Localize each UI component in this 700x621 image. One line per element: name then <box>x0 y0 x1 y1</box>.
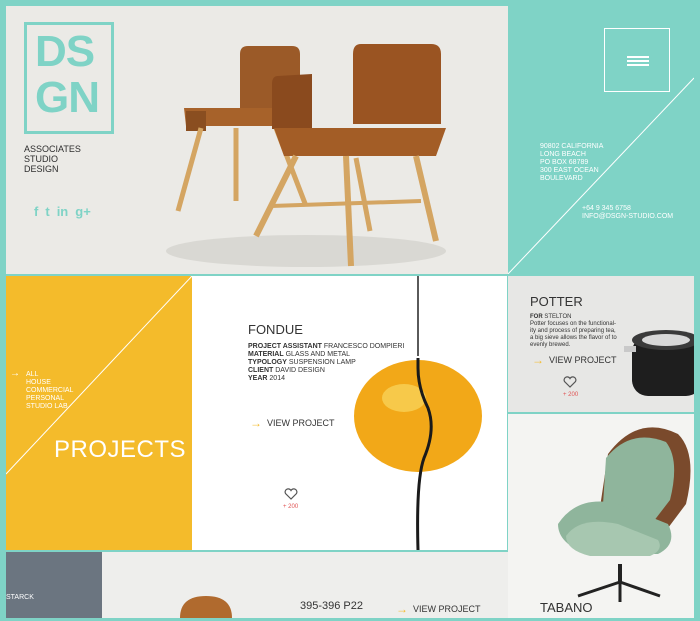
tagline: ASSOCIATES STUDIO DESIGN <box>24 144 81 174</box>
facebook-icon[interactable]: f <box>34 204 38 219</box>
potter-for-label: FOR <box>530 314 543 320</box>
twitter-icon[interactable]: t <box>45 204 49 219</box>
fondue-card[interactable]: FONDUE PROJECT ASSISTANT FRANCESCO DOMPI… <box>192 276 507 550</box>
page-frame: DS GN ASSOCIATES STUDIO DESIGN f t in g+… <box>0 0 700 621</box>
projects-diagonal <box>6 276 192 475</box>
tabano-card[interactable]: TABANO <box>508 414 694 618</box>
arrow-right-icon: → <box>396 602 408 616</box>
tagline-line-2: STUDIO <box>24 154 59 164</box>
tabano-chair-image <box>558 427 691 602</box>
menu-button[interactable] <box>604 28 670 92</box>
heart-icon[interactable] <box>563 376 577 388</box>
potter-desc-line: a big sieve allows the flavor of to <box>530 335 617 341</box>
address-line: 300 EAST OCEAN <box>540 167 599 174</box>
potter-teapot-image <box>624 330 694 396</box>
potter-desc-line: Potter focuses on the functional- <box>530 321 617 327</box>
address-line: 90802 CALIFORNIA <box>540 143 604 150</box>
p22-view-project[interactable]: → VIEW PROJECT <box>396 602 481 616</box>
filter-all[interactable]: ALL <box>26 371 73 379</box>
menu-icon-bar-1 <box>627 56 649 58</box>
filter-house[interactable]: HOUSE <box>26 379 73 387</box>
filter-arrow-icon: → <box>10 368 20 379</box>
filter-commercial[interactable]: COMMERCIAL <box>26 387 73 395</box>
like-count: + 200 <box>563 392 579 398</box>
tagline-line-3: DESIGN <box>24 164 59 174</box>
starck-label: STARCK <box>6 594 34 601</box>
fondue-view-project[interactable]: → VIEW PROJECT <box>250 416 335 430</box>
googleplus-icon[interactable]: g+ <box>75 204 91 219</box>
potter-desc-line: evenly brewed. <box>530 342 571 348</box>
projects-panel <box>6 276 192 550</box>
logo-line-1: DS <box>35 27 95 76</box>
project-filters: ALL HOUSE COMMERCIAL PERSONAL STUDIO LAB <box>26 371 73 411</box>
filter-personal[interactable]: PERSONAL <box>26 395 73 403</box>
potter-details: FOR STELTON Potter focuses on the functi… <box>530 314 617 349</box>
heart-icon[interactable] <box>284 488 298 500</box>
social-links: f t in g+ <box>34 204 91 219</box>
arrow-right-icon: → <box>532 353 544 367</box>
menu-icon-bar-3 <box>627 64 649 66</box>
phone-number[interactable]: +64 9 345 6758 <box>582 205 673 213</box>
potter-desc-line: ity and process of preparing tea, <box>530 328 616 334</box>
potter-view-project[interactable]: → VIEW PROJECT <box>532 353 617 367</box>
view-project-label: VIEW PROJECT <box>549 355 617 365</box>
projects-heading: PROJECTS <box>54 436 187 463</box>
logo-line-2: GN <box>35 73 100 122</box>
potter-card[interactable]: POTTER FOR STELTON Potter focuses on the… <box>508 276 694 412</box>
starck-card[interactable]: STARCK <box>6 552 102 618</box>
address-line: BOULEVARD <box>540 175 583 182</box>
fondue-title: FONDUE <box>248 322 303 337</box>
potter-title: POTTER <box>530 294 583 309</box>
chair-thumbnail-image <box>180 596 232 618</box>
p22-title: 395-396 P22 <box>300 600 363 612</box>
linkedin-icon[interactable]: in <box>57 204 69 219</box>
potter-client: STELTON <box>544 314 572 320</box>
menu-icon-bar-2 <box>627 60 649 62</box>
logo[interactable]: DS GN <box>24 22 114 134</box>
tagline-line-1: ASSOCIATES <box>24 144 81 154</box>
arrow-right-icon: → <box>250 416 262 430</box>
hero-chairs-image <box>166 44 446 267</box>
filter-studio-lab[interactable]: STUDIO LAB <box>26 403 73 411</box>
email-link[interactable]: INFO@DSGN-STUDIO.COM <box>582 213 673 221</box>
view-project-label: VIEW PROJECT <box>267 418 335 428</box>
bottom-row: STARCK 395-396 P22 → VIEW PROJECT <box>6 552 508 618</box>
fondue-lamp-image <box>354 276 482 550</box>
view-project-label: VIEW PROJECT <box>413 604 481 614</box>
like-count: + 200 <box>283 504 299 510</box>
address-line: LONG BEACH <box>540 151 586 158</box>
address-line: PO BOX 68789 <box>540 159 589 166</box>
contact-address: 90802 CALIFORNIA LONG BEACH PO BOX 68789… <box>540 143 603 183</box>
tabano-title: TABANO <box>540 600 593 615</box>
contact-info: +64 9 345 6758 INFO@DSGN-STUDIO.COM <box>582 205 673 221</box>
